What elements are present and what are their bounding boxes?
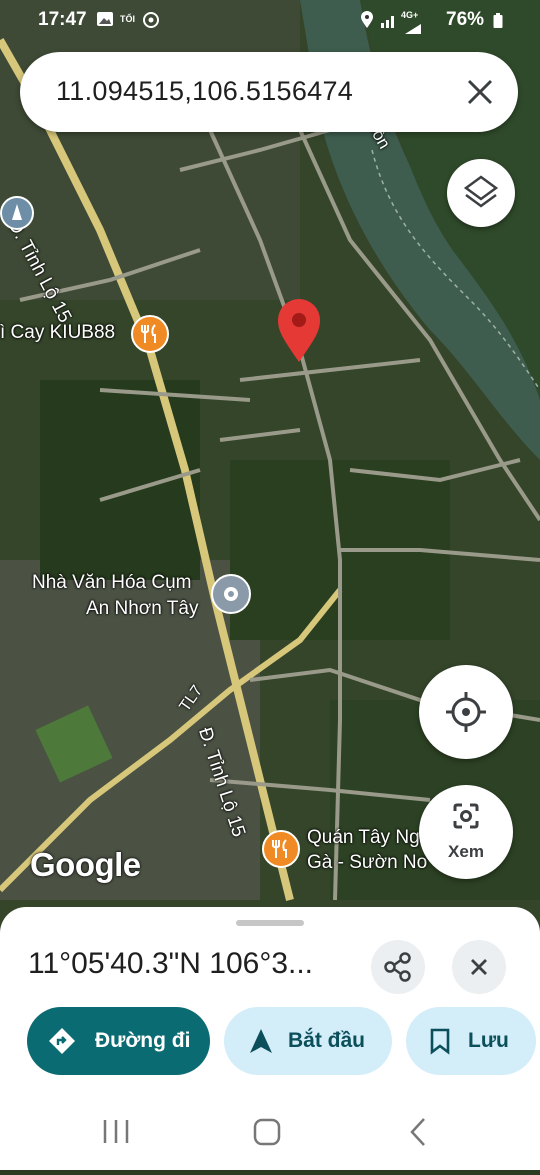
system-nav-bar (0, 1095, 540, 1170)
search-query[interactable]: 11.094515,106.5156474 (56, 76, 353, 107)
sync-icon (142, 11, 160, 34)
google-logo: Google (30, 846, 141, 883)
lens-label: Xem (448, 842, 484, 861)
drag-handle[interactable] (236, 920, 304, 926)
clear-search-button[interactable] (460, 72, 500, 112)
restaurant-poi-icon[interactable] (131, 315, 169, 353)
network-type: 4G+ (401, 10, 419, 20)
coordinates-title: 11°05'40.3"N 106°3... (28, 947, 314, 980)
save-button[interactable]: Lưu (406, 1007, 536, 1075)
place-label-nha-van-hoa[interactable]: Nhà Văn Hóa Cụm (32, 572, 191, 594)
search-bar[interactable]: 11.094515,106.5156474 (20, 52, 518, 132)
share-button[interactable] (371, 940, 425, 994)
place-label-ga-suon[interactable]: Gà - Sườn No (307, 852, 427, 874)
start-navigation-button[interactable]: Bắt đầu (224, 1007, 392, 1075)
battery-icon (493, 13, 503, 34)
location-icon (360, 11, 374, 34)
close-icon (471, 959, 487, 975)
location-pin-icon[interactable] (276, 298, 322, 364)
signal-icon (380, 11, 398, 34)
share-icon (384, 952, 411, 982)
place-label-an-nhon-tay[interactable]: An Nhơn Tây (86, 598, 198, 620)
sms-notification-icon: TỐI (120, 14, 135, 24)
directions-icon (49, 1028, 75, 1054)
status-time: 17:47 (38, 9, 87, 30)
layers-button[interactable] (447, 159, 515, 227)
layers-icon (463, 175, 499, 208)
place-label-quan-tay[interactable]: Quán Tây Ng (307, 827, 420, 849)
restaurant-poi-icon-2[interactable] (262, 830, 300, 868)
monument-poi-icon[interactable] (0, 196, 34, 230)
status-bar: 17:47 TỐI 4G+ 76% (0, 0, 540, 44)
save-label: Lưu (468, 1029, 509, 1052)
lens-button[interactable]: Xem (419, 785, 513, 879)
close-icon (467, 79, 493, 105)
my-location-button[interactable] (419, 665, 513, 759)
back-icon[interactable] (410, 1118, 425, 1146)
cell-signal-icon (403, 22, 423, 40)
gallery-notification-icon (96, 11, 114, 32)
recents-icon[interactable] (103, 1120, 129, 1143)
directions-button[interactable]: Đường đi (27, 1007, 210, 1075)
start-label: Bắt đầu (288, 1029, 366, 1052)
battery-percent: 76% (446, 9, 485, 30)
place-label-kiub88[interactable]: ì Cay KIUB88 (0, 322, 115, 344)
bookmark-icon (430, 1028, 450, 1055)
navigation-arrow-icon (250, 1029, 272, 1053)
directions-label: Đường đi (95, 1029, 191, 1052)
home-icon[interactable] (253, 1118, 281, 1146)
landmark-poi-icon[interactable] (211, 574, 251, 614)
crosshair-icon (446, 692, 486, 732)
close-sheet-button[interactable] (452, 940, 506, 994)
